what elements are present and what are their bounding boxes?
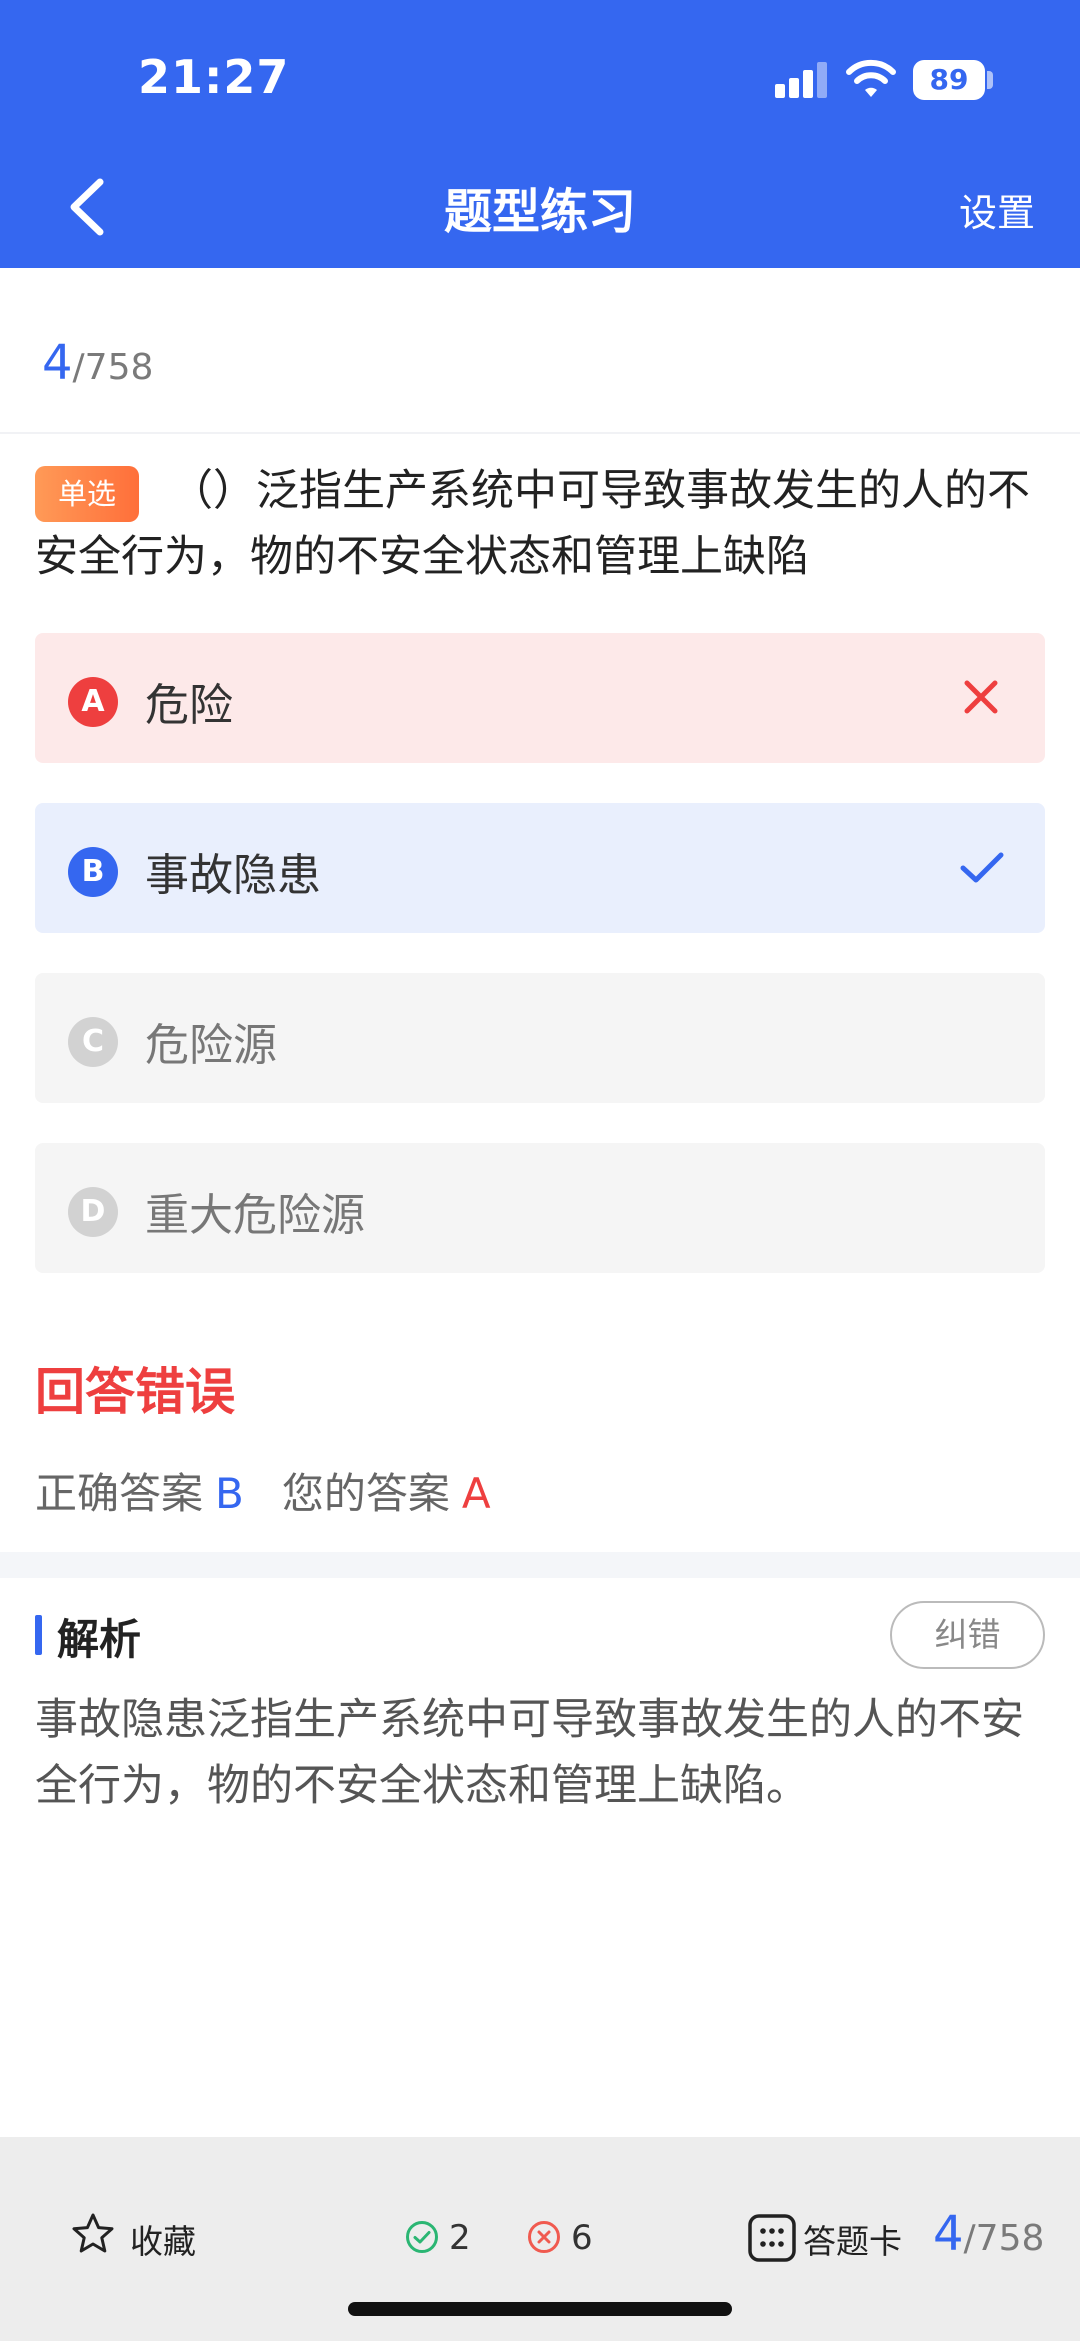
- app-header: 21:27 89 题型练习 设置: [0, 0, 1080, 268]
- option-label: 危险源: [145, 1020, 277, 1071]
- bottom-question-counter: 4/758: [933, 2206, 1044, 2262]
- option-letter: C: [68, 1017, 118, 1067]
- analysis-text: 事故隐患泛指生产系统中可导致事故发生的人的不安全行为，物的不安全状态和管理上缺陷…: [35, 1695, 1024, 1811]
- star-icon: [72, 2213, 114, 2253]
- section-marker: [35, 1615, 42, 1655]
- question-counter: 4/758: [42, 335, 153, 391]
- answer-summary: 正确答案 B 您的答案 A: [35, 1460, 491, 1521]
- your-answer-value: A: [461, 1469, 491, 1518]
- battery-icon: 89: [913, 60, 985, 100]
- home-indicator: [348, 2302, 732, 2316]
- option-a[interactable]: A 危险: [35, 633, 1045, 763]
- report-error-button[interactable]: 纠错: [890, 1601, 1045, 1669]
- wifi-icon: [846, 59, 896, 97]
- check-circle-icon: [406, 2221, 438, 2253]
- option-letter: A: [68, 677, 118, 727]
- cellular-signal-icon: [775, 62, 829, 98]
- correct-count-value: 2: [449, 2218, 471, 2258]
- option-label: 重大危险源: [145, 1190, 365, 1241]
- question-text: （）泛指生产系统中可导致事故发生的人的不安全行为，物的不安全状态和管理上缺陷: [35, 466, 1030, 582]
- battery-cap: [987, 71, 993, 89]
- option-letter: D: [68, 1187, 118, 1237]
- divider: [0, 432, 1080, 434]
- check-icon: [960, 852, 1004, 883]
- correct-answer-label: 正确答案: [35, 1469, 204, 1518]
- answer-result: 回答错误: [35, 1363, 235, 1421]
- wrong-count-value: 6: [571, 2218, 593, 2258]
- option-d[interactable]: D 重大危险源: [35, 1143, 1045, 1273]
- cross-circle-icon: [528, 2221, 560, 2253]
- page-title: 题型练习: [443, 184, 636, 240]
- settings-button[interactable]: 设置: [959, 182, 1035, 237]
- current-index: 4: [42, 335, 73, 391]
- section-separator: [0, 1552, 1080, 1578]
- answer-card-label: 答题卡: [803, 2222, 902, 2261]
- analysis-title: 解析: [57, 1615, 142, 1664]
- correct-answer-value: B: [215, 1469, 244, 1518]
- grid-icon: [748, 2214, 796, 2262]
- current-index: 4: [933, 2206, 964, 2262]
- option-b[interactable]: B 事故隐患: [35, 803, 1045, 933]
- cross-icon: [964, 680, 998, 714]
- question-type-badge: 单选: [35, 466, 139, 522]
- total-count: /758: [963, 2218, 1045, 2259]
- status-time: 21:27: [138, 50, 290, 104]
- option-c[interactable]: C 危险源: [35, 973, 1045, 1103]
- option-label: 危险: [145, 680, 233, 731]
- favorite-label: 收藏: [130, 2222, 196, 2261]
- your-answer-label: 您的答案: [281, 1469, 450, 1518]
- option-label: 事故隐患: [145, 850, 321, 901]
- total-count: /758: [72, 347, 154, 388]
- option-letter: B: [68, 847, 118, 897]
